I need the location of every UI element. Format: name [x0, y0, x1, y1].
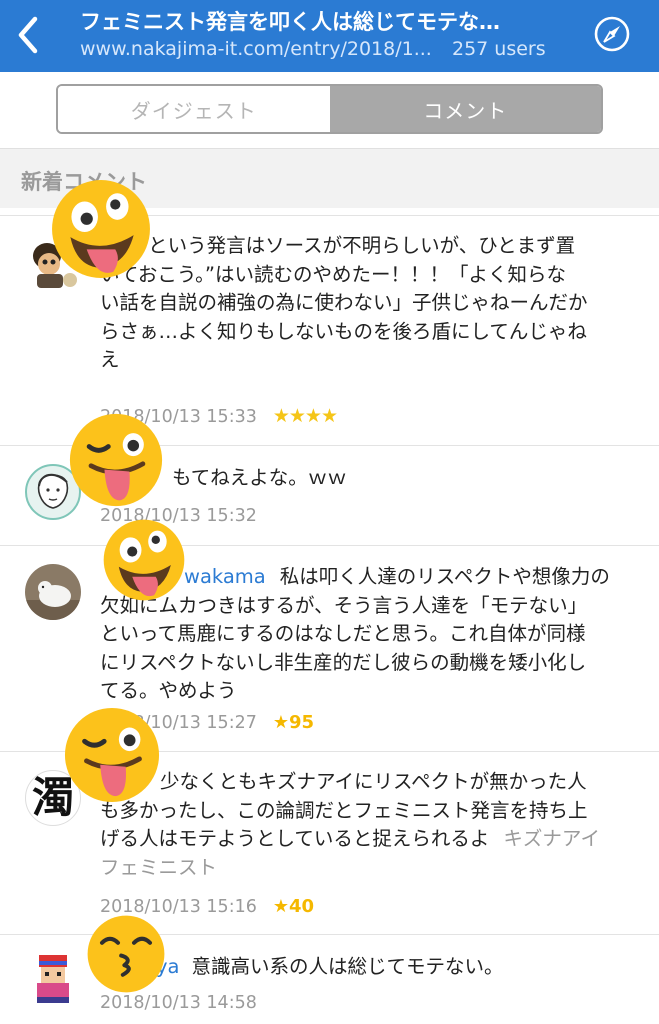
zany-face-emoji-icon: [52, 180, 150, 278]
comment-text: もてねえよな。ｗｗ: [172, 466, 347, 489]
users-count: 257 users: [452, 38, 546, 60]
winking-tongue-emoji-icon: [69, 413, 163, 507]
tag-feminist[interactable]: フェミニスト: [100, 856, 217, 879]
star-count: ★40: [272, 896, 315, 917]
compass-icon: [594, 16, 630, 52]
avatar[interactable]: [25, 564, 81, 620]
comment-text: ya 意識高い系の人は総じてモテない。: [156, 955, 504, 978]
comment-meta: 2018/10/13 14:58: [100, 993, 257, 1013]
open-in-browser-button[interactable]: [592, 14, 632, 54]
tab-comments[interactable]: コメント: [329, 86, 601, 132]
winking-tongue-emoji-icon: [64, 707, 160, 803]
tab-digest[interactable]: ダイジェスト: [58, 86, 330, 132]
kissing-face-emoji-icon: [87, 915, 165, 993]
zany-face-emoji-icon: [103, 519, 185, 601]
comment-date: 2018/10/13 14:58: [100, 993, 257, 1013]
tag-kizunaai[interactable]: キズナアイ: [503, 827, 600, 850]
chevron-left-icon: [18, 16, 38, 54]
avatar[interactable]: [25, 951, 81, 1007]
username[interactable]: wakama: [184, 565, 266, 588]
segmented-control: ダイジェスト コメント: [56, 84, 603, 134]
page-url: www.nakajima-it.com/entry/2018/1...: [80, 38, 432, 60]
back-button[interactable]: [8, 12, 48, 58]
tab-bar: ダイジェスト コメント: [0, 72, 659, 148]
star-rating: ★★★★: [272, 405, 338, 427]
navigation-bar: フェミニスト発言を叩く人は総じてモテな… www.nakajima-it.com…: [0, 0, 659, 72]
comment-text: “という発言はソースが不明らしいが、ひとまず置 いておこう。”はい読むのやめたー…: [100, 234, 588, 371]
star-count: ★95: [272, 712, 315, 733]
comment-text: 少なくともキズナアイにリスペクトが無かった人 も多かったし、この論調だとフェミニ…: [100, 770, 600, 879]
page-title: フェミニスト発言を叩く人は総じてモテな…: [80, 10, 500, 34]
